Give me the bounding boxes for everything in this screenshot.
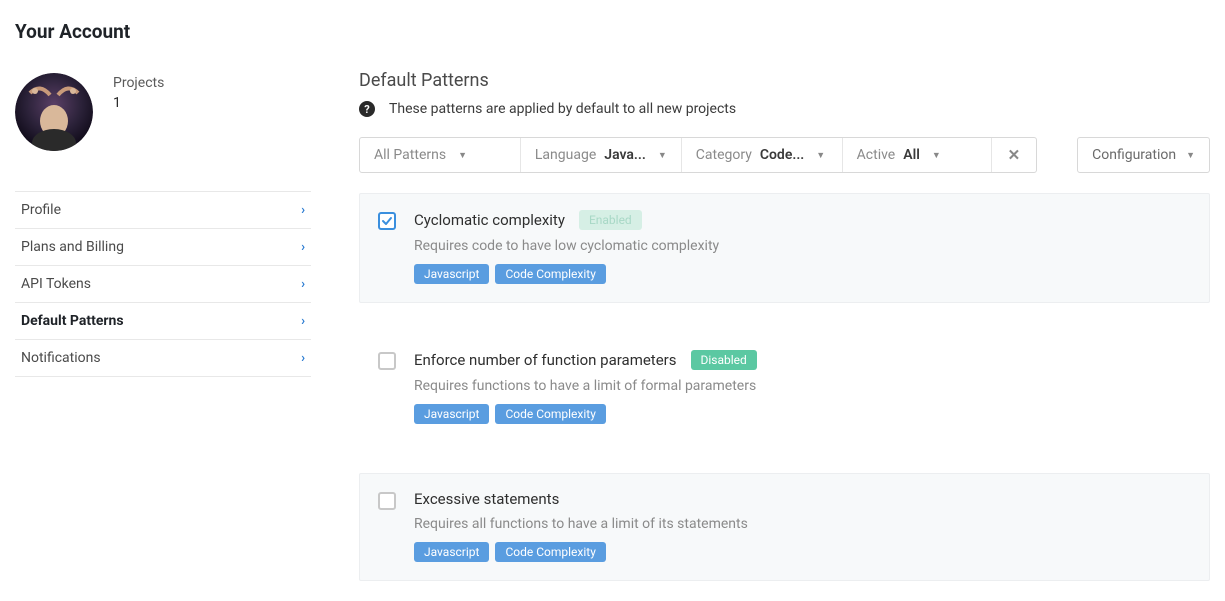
- pattern-header: Excessive statements: [414, 490, 1191, 508]
- filter-group: All Patterns ▼ Language Java... ▼ Catego…: [359, 137, 1037, 173]
- configuration-label: Configuration: [1092, 147, 1176, 163]
- caret-down-icon: ▼: [816, 150, 825, 161]
- sidebar-item-profile[interactable]: Profile ›: [15, 192, 311, 229]
- pattern-tags: Javascript Code Complexity: [414, 542, 1191, 562]
- pattern-checkbox[interactable]: [378, 352, 396, 370]
- pattern-header: Cyclomatic complexity Enabled: [414, 210, 1191, 230]
- sidebar-item-label: Default Patterns: [21, 313, 124, 329]
- chevron-right-icon: ›: [301, 240, 305, 255]
- sidebar-item-label: API Tokens: [21, 276, 91, 292]
- pattern-list: Cyclomatic complexity Enabled Requires cod…: [359, 193, 1210, 581]
- clear-filters-button[interactable]: ✕: [992, 138, 1037, 172]
- filter-all-patterns-label: All Patterns: [374, 147, 446, 163]
- sidebar-item-api-tokens[interactable]: API Tokens ›: [15, 266, 311, 303]
- filter-language-value: Java...: [604, 147, 646, 163]
- section-subtitle: ? These patterns are applied by default …: [359, 101, 1210, 117]
- pattern-description: Requires functions to have a limit of fo…: [414, 378, 1191, 394]
- filter-language-label: Language: [535, 147, 596, 163]
- filter-active-label: Active: [857, 147, 896, 163]
- filter-active[interactable]: Active All ▼: [843, 138, 992, 172]
- pattern-card: Enforce number of function parameters Dis…: [359, 333, 1210, 443]
- filter-category[interactable]: Category Code... ▼: [682, 138, 843, 172]
- sidebar: Your Account: [15, 20, 311, 581]
- sidebar-item-label: Profile: [21, 202, 61, 218]
- sidebar-item-label: Plans and Billing: [21, 239, 124, 255]
- pattern-checkbox[interactable]: [378, 212, 396, 230]
- tag: Javascript: [414, 264, 489, 284]
- pattern-description: Requires all functions to have a limit o…: [414, 516, 1191, 532]
- tag: Code Complexity: [495, 404, 605, 424]
- pattern-title: Excessive statements: [414, 490, 559, 508]
- main-content: Default Patterns ? These patterns are ap…: [359, 20, 1210, 581]
- sidebar-item-default-patterns[interactable]: Default Patterns ›: [15, 303, 311, 340]
- chevron-right-icon: ›: [301, 314, 305, 329]
- avatar: [15, 73, 93, 151]
- filter-all-patterns[interactable]: All Patterns ▼: [360, 138, 521, 172]
- profile-header: Projects 1: [15, 73, 311, 151]
- tag: Code Complexity: [495, 542, 605, 562]
- projects-label: Projects: [113, 75, 164, 91]
- filter-active-value: All: [903, 147, 920, 163]
- caret-down-icon: ▼: [658, 150, 667, 161]
- sidebar-item-notifications[interactable]: Notifications ›: [15, 340, 311, 377]
- chevron-right-icon: ›: [301, 277, 305, 292]
- filter-bar: All Patterns ▼ Language Java... ▼ Catego…: [359, 137, 1210, 173]
- account-title: Your Account: [15, 20, 311, 43]
- status-badge: Disabled: [691, 350, 757, 370]
- caret-down-icon: ▼: [932, 150, 941, 161]
- status-badge: Enabled: [579, 210, 642, 230]
- filter-category-value: Code...: [760, 147, 804, 163]
- profile-meta: Projects 1: [113, 73, 164, 111]
- close-icon: ✕: [1008, 146, 1021, 164]
- pattern-tags: Javascript Code Complexity: [414, 404, 1191, 424]
- pattern-body: Enforce number of function parameters Dis…: [414, 350, 1191, 424]
- configuration-button[interactable]: Configuration ▼: [1077, 137, 1210, 173]
- pattern-title: Enforce number of function parameters: [414, 351, 677, 369]
- filter-language[interactable]: Language Java... ▼: [521, 138, 682, 172]
- sidebar-nav: Profile›Plans and Billing›API Tokens›Def…: [15, 191, 311, 377]
- pattern-description: Requires code to have low cyclomatic com…: [414, 238, 1191, 254]
- filter-category-label: Category: [696, 147, 752, 163]
- chevron-right-icon: ›: [301, 351, 305, 366]
- tag: Code Complexity: [495, 264, 605, 284]
- pattern-body: Cyclomatic complexity Enabled Requires cod…: [414, 210, 1191, 284]
- pattern-card: Cyclomatic complexity Enabled Requires cod…: [359, 193, 1210, 303]
- sidebar-item-plans-and-billing[interactable]: Plans and Billing ›: [15, 229, 311, 266]
- pattern-card: Excessive statements Requires all functio…: [359, 473, 1210, 581]
- chevron-right-icon: ›: [301, 203, 305, 218]
- pattern-checkbox[interactable]: [378, 492, 396, 510]
- tag: Javascript: [414, 542, 489, 562]
- section-title: Default Patterns: [359, 70, 1210, 91]
- section-subtitle-text: These patterns are applied by default to…: [389, 101, 736, 117]
- caret-down-icon: ▼: [458, 150, 467, 161]
- pattern-title: Cyclomatic complexity: [414, 211, 565, 229]
- tag: Javascript: [414, 404, 489, 424]
- caret-down-icon: ▼: [1186, 150, 1195, 161]
- help-icon: ?: [359, 101, 375, 117]
- pattern-tags: Javascript Code Complexity: [414, 264, 1191, 284]
- pattern-header: Enforce number of function parameters Dis…: [414, 350, 1191, 370]
- sidebar-item-label: Notifications: [21, 350, 101, 366]
- projects-count: 1: [113, 95, 164, 111]
- pattern-body: Excessive statements Requires all functio…: [414, 490, 1191, 562]
